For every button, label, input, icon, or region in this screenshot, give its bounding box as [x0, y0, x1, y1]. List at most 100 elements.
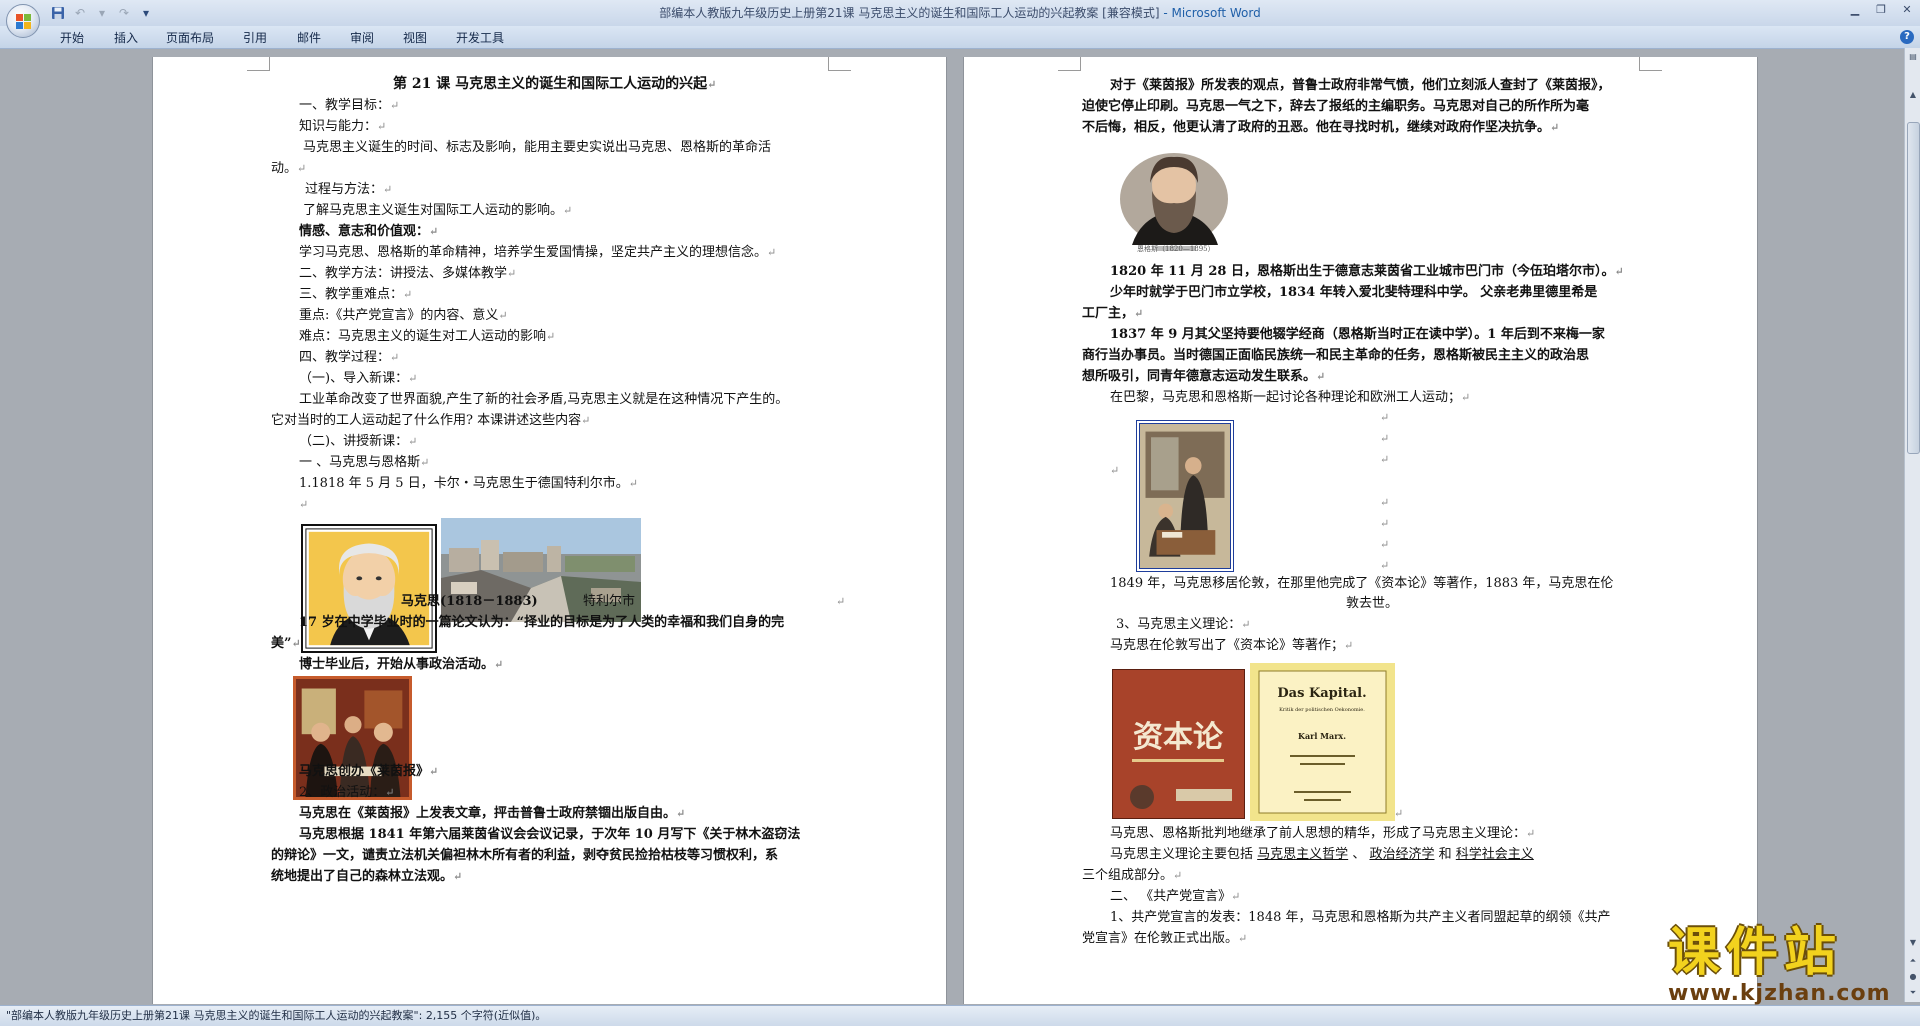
political-economy-term: 政治经济学: [1369, 847, 1435, 862]
paragraph: ↵: [1110, 464, 1120, 477]
minimize-icon[interactable]: ▁: [1842, 0, 1868, 18]
paragraph: 马克思主义诞生的时间、标志及影响，能用主要史实说出马克思、恩格斯的革命活: [303, 140, 772, 155]
watermark-url: www.kjzhan.com: [1668, 981, 1891, 1006]
paragraph: 它对当时的工人运动起了什么作用? 本课讲述这些内容↵: [271, 413, 591, 428]
crop-mark: [1639, 57, 1662, 71]
paragraph: 过程与方法：↵: [305, 182, 393, 197]
help-icon[interactable]: ?: [1900, 30, 1914, 44]
paragraph: 了解马克思主义诞生对国际工人运动的影响。↵: [303, 203, 573, 218]
capital-cn-title: 资本论: [1133, 720, 1224, 755]
paragraph: （二)、讲授新课：↵: [299, 434, 418, 449]
select-browse-object-icon[interactable]: ●: [1906, 970, 1920, 984]
trier-caption: 特利尔市: [583, 594, 636, 609]
paragraph: 2、政治活动：↵: [299, 785, 395, 800]
document-page-1[interactable]: 第 21 课 马克思主义的诞生和国际工人运动的兴起↵ 一、教学目标：↵ 知识与能…: [152, 57, 947, 1004]
title-bar: ↶ ▾ ↷ ▾ 部编本人教版九年级历史上册第21课 马克思主义的诞生和国际工人运…: [0, 0, 1920, 26]
lesson-title: 第 21 课 马克思主义的诞生和国际工人运动的兴起↵: [393, 76, 717, 92]
crop-mark: [1058, 57, 1081, 71]
ribbon-tabs: 开始 插入 页面布局 引用 邮件 审阅 视图 开发工具: [0, 26, 1920, 49]
scientific-socialism-term: 科学社会主义: [1455, 847, 1534, 862]
paragraph: 三个组成部分。↵: [1082, 868, 1183, 883]
paragraph: 党宣言》在伦敦正式出版。↵: [1082, 931, 1248, 946]
capital-de-author: Karl Marx.: [1298, 731, 1346, 741]
paragraph: ↵: [1380, 453, 1390, 466]
paragraph: 迫使它停止印刷。马克思一气之下，辞去了报纸的主编职务。马克思对自己的所作所为毫: [1082, 99, 1590, 114]
paragraph: 17 岁在中学毕业时的一篇论文认为：“择业的目标是为了人类的幸福和我们自身的完: [299, 615, 785, 630]
word-count-status[interactable]: "部编本人教版九年级历史上册第21课 马克思主义的诞生和国际工人运动的兴起教案"…: [6, 1006, 546, 1025]
paragraph: （一)、导入新课：↵: [299, 371, 418, 386]
paragraph: ↵: [1380, 496, 1390, 509]
tab-mailings[interactable]: 邮件: [297, 29, 321, 46]
paragraph: 敦去世。: [1346, 596, 1399, 611]
tab-home[interactable]: 开始: [60, 29, 84, 46]
paragraph: 对于《莱茵报》所发表的观点，普鲁士政府非常气愤，他们立刻派人查封了《莱茵报》，: [1110, 78, 1611, 93]
tab-developer[interactable]: 开发工具: [456, 29, 504, 46]
restore-icon[interactable]: ❐: [1868, 0, 1894, 18]
engels-caption: 恩格斯（1820—1895）: [1137, 245, 1215, 253]
paragraph: 美”↵: [271, 636, 301, 651]
rheinische-caption: 马克思创办《莱茵报》↵: [299, 764, 439, 779]
paragraph: 四、教学过程：↵: [299, 350, 400, 365]
paragraph: 1849 年，马克思移居伦敦，在那里他完成了《资本论》等著作，1883 年，马克…: [1110, 576, 1614, 591]
watermark-title: 课件站: [1668, 923, 1843, 983]
ruler-toggle-icon[interactable]: ▤: [1906, 50, 1920, 64]
close-icon[interactable]: ✕: [1894, 0, 1920, 18]
marx-portrait-image[interactable]: [301, 524, 437, 653]
paragraph: 重点:《共产党宣言》的内容、意义↵: [299, 308, 508, 323]
paragraph: 二、 《共产党宣言》↵: [1110, 889, 1241, 904]
office-button[interactable]: [6, 4, 40, 38]
tab-references[interactable]: 引用: [243, 29, 267, 46]
paragraph: 1、共产党宣言的发表：1848 年，马克思和恩格斯为共产主义者同盟起草的纲领《共…: [1110, 910, 1611, 925]
capital-de-title: Das Kapital.: [1277, 686, 1366, 701]
tab-view[interactable]: 视图: [403, 29, 427, 46]
paragraph: 三、教学重难点：↵: [299, 287, 413, 302]
tab-review[interactable]: 审阅: [350, 29, 374, 46]
paragraph: 马克思根据 1841 年第六届莱茵省议会会议记录，于次年 10 月写下《关于林木…: [299, 827, 801, 842]
paragraph: 工业革命改变了世界面貌,产生了新的社会矛盾,马克思主义就是在这种情况下产生的。: [299, 392, 789, 407]
paragraph: 1837 年 9 月其父坚持要他辍学经商（恩格斯当时正在读中学）。1 年后到不来…: [1110, 327, 1605, 342]
rheinische-zeitung-painting[interactable]: [293, 676, 412, 800]
paragraph: 的辩论》一文，谴责立法机关偏袒林木所有者的利益，剥夺贫民捡拾枯枝等习惯权利，系: [271, 848, 779, 863]
paragraph: 1.1818 年 5 月 5 日，卡尔・马克思生于德国特利尔市。↵: [299, 476, 638, 491]
paragraph: ↵: [836, 595, 846, 608]
kjzhan-watermark-logo: 课件站 www.kjzhan.com: [1668, 923, 1904, 1006]
tab-layout[interactable]: 页面布局: [166, 29, 214, 46]
vertical-scrollbar[interactable]: ▤ ▲ ▼ ⏶ ● ⏷: [1904, 48, 1920, 1002]
scrollbar-thumb[interactable]: [1907, 122, 1920, 454]
paragraph: 商行当办事员。当时德国正面临民族统一和民主革命的任务，恩格斯被民主主义的政治思: [1082, 348, 1590, 363]
paragraph: ↵: [299, 498, 309, 511]
engels-portrait-image[interactable]: [1116, 145, 1236, 255]
paragraph: 工厂主，↵: [1082, 306, 1144, 321]
paragraph: ↵: [1380, 411, 1390, 424]
capital-de-cover-image[interactable]: Das Kapital. Kritik der politischen Oeko…: [1250, 663, 1395, 821]
capital-de-subtitle: Kritik der politischen Oekonomie.: [1279, 707, 1365, 713]
paragraph: 学习马克思、恩格斯的革命精神，培养学生爱国情操，坚定共产主义的理想信念。↵: [299, 245, 777, 260]
window-title: 部编本人教版九年级历史上册第21课 马克思主义的诞生和国际工人运动的兴起教案 […: [0, 0, 1920, 26]
paragraph: 统地提出了自己的森林立法观。↵: [271, 869, 463, 884]
paragraph: 在巴黎，马克思和恩格斯一起讨论各种理论和欧洲工人运动；↵: [1110, 390, 1471, 405]
paragraph: 一、教学目标：↵: [299, 98, 400, 113]
status-bar: "部编本人教版九年级历史上册第21课 马克思主义的诞生和国际工人运动的兴起教案"…: [0, 1005, 1920, 1026]
paragraph: ↵: [1380, 432, 1390, 445]
paragraph: 情感、意志和价值观：↵: [299, 224, 439, 239]
scroll-down-icon[interactable]: ▼: [1906, 936, 1920, 950]
paragraph: 知识与能力：↵: [299, 119, 387, 134]
next-page-icon[interactable]: ⏷: [1906, 986, 1920, 1000]
paragraph: 动。↵: [271, 161, 307, 176]
document-page-2[interactable]: 对于《莱茵报》所发表的观点，普鲁士政府非常气愤，他们立刻派人查封了《莱茵报》， …: [963, 57, 1758, 1004]
paragraph: 难点：马克思主义的诞生对工人运动的影响↵: [299, 329, 556, 344]
previous-page-icon[interactable]: ⏶: [1906, 954, 1920, 968]
app-name: - Microsoft Word: [1159, 6, 1261, 20]
paragraph: 一 、马克思与恩格斯↵: [299, 455, 430, 470]
capital-cn-cover-image[interactable]: 资本论: [1112, 669, 1245, 819]
window-controls: ▁ ❐ ✕: [1842, 0, 1920, 20]
paragraph: 少年时就学于巴门市立学校，1834 年转入爱北斐特理科中学。 父亲老弗里德里希是: [1110, 285, 1598, 300]
paragraph: 博士毕业后，开始从事政治活动。↵: [299, 657, 504, 672]
paragraph: 马克思、恩格斯批判地继承了前人思想的精华，形成了马克思主义理论：↵: [1110, 826, 1536, 841]
paragraph: 1820 年 11 月 28 日，恩格斯出生于德意志莱茵省工业城市巴门市（今伍珀…: [1110, 264, 1624, 279]
marx-engels-painting[interactable]: [1136, 420, 1234, 572]
tab-insert[interactable]: 插入: [114, 29, 138, 46]
scroll-up-icon[interactable]: ▲: [1906, 88, 1920, 102]
document-title: 部编本人教版九年级历史上册第21课 马克思主义的诞生和国际工人运动的兴起教案 […: [659, 6, 1160, 20]
office-logo-icon: [16, 14, 31, 29]
